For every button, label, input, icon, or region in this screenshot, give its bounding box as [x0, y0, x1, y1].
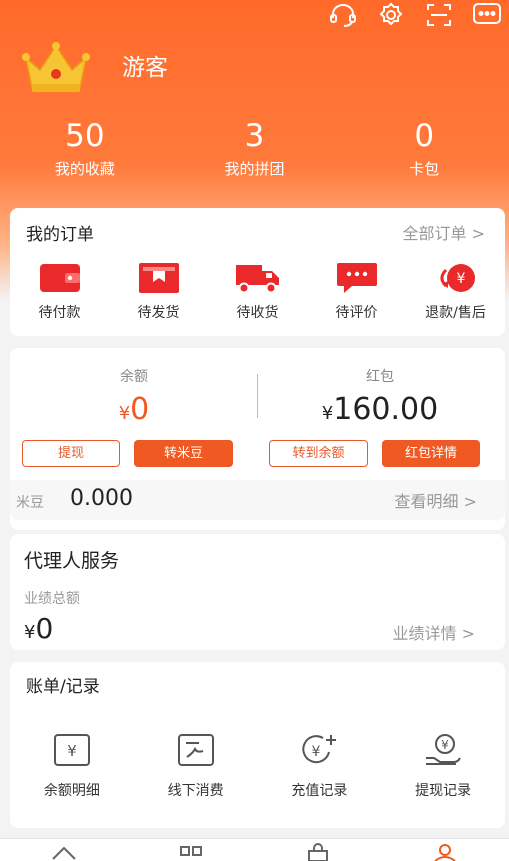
scan-icon[interactable] — [423, 2, 455, 28]
all-orders-link[interactable]: 全部订单 > — [403, 220, 486, 244]
comment-icon — [307, 260, 406, 296]
currency-symbol: ¥ — [118, 403, 131, 424]
withdraw-button[interactable]: 提现 — [22, 440, 120, 467]
redpacket-label: 红包 — [366, 369, 394, 385]
performance-detail-link[interactable]: 业绩详情 > — [393, 620, 476, 644]
bottom-tab-bar — [0, 838, 509, 861]
divider — [257, 374, 258, 418]
balance-section: 余额 ¥0 — [14, 366, 254, 427]
record-label: 充值记录 — [291, 783, 348, 799]
order-item-label: 待收货 — [236, 305, 279, 321]
order-pending-payment[interactable]: 待付款 — [10, 260, 109, 322]
currency-symbol: ¥ — [321, 403, 334, 424]
agent-service-card: 代理人服务 业绩总额 ¥0 业绩详情 > — [10, 534, 505, 650]
gear-icon[interactable] — [375, 2, 407, 28]
order-pending-review[interactable]: 待评价 — [307, 260, 406, 322]
tab-cart[interactable] — [255, 839, 382, 861]
username[interactable]: 游客 — [122, 48, 168, 82]
record-label: 余额明细 — [43, 783, 100, 799]
stat-label: 我的拼团 — [224, 160, 285, 178]
stats-row: 50 我的收藏 3 我的拼团 0 卡包 — [0, 118, 509, 179]
records-card: 账单/记录 ¥ 余额明细 线下消费 ¥ 充值记录 ¥ 提现记录 — [10, 662, 505, 828]
mibean-row: 米豆 0.000 查看明细 > — [10, 480, 505, 520]
stat-favorites[interactable]: 50 我的收藏 — [0, 118, 170, 179]
recharge-icon: ¥ — [258, 730, 382, 770]
svg-text:¥: ¥ — [312, 744, 321, 760]
view-detail-link[interactable]: 查看明细 > — [395, 488, 478, 512]
records-title: 账单/记录 — [26, 677, 100, 697]
svg-text:¥: ¥ — [456, 271, 465, 287]
order-item-label: 待付款 — [38, 305, 81, 321]
redpacket-value: ¥160.00 — [260, 392, 500, 427]
stat-value: 50 — [65, 118, 105, 154]
order-item-label: 退款/售后 — [425, 305, 486, 321]
order-refund-aftersale[interactable]: ¥ 退款/售后 — [406, 260, 505, 322]
truck-icon — [208, 260, 307, 296]
order-item-label: 待发货 — [137, 305, 180, 321]
record-recharge[interactable]: ¥ 充值记录 — [258, 730, 382, 800]
receipt-icon — [134, 730, 258, 770]
order-pending-receipt[interactable]: 待收货 — [208, 260, 307, 322]
stat-label: 我的收藏 — [54, 160, 115, 178]
redpacket-amount: 160.00 — [333, 392, 439, 427]
message-icon[interactable] — [471, 2, 503, 28]
refund-icon: ¥ — [406, 260, 505, 296]
to-mibean-button[interactable]: 转米豆 — [134, 440, 233, 467]
performance-total-value: ¥0 — [24, 612, 53, 645]
yen-card-icon: ¥ — [10, 730, 134, 770]
order-status-row: 待付款 待发货 待收货 待评价 ¥ 退款/售后 — [10, 260, 505, 322]
balance-label: 余额 — [120, 369, 148, 385]
category-icon — [179, 846, 202, 856]
tab-home[interactable] — [0, 839, 127, 861]
tab-category[interactable] — [127, 839, 254, 861]
svg-text:¥: ¥ — [67, 742, 77, 760]
balance-value: ¥0 — [14, 392, 254, 427]
record-balance-detail[interactable]: ¥ 余额明细 — [10, 730, 134, 800]
stat-label: 卡包 — [409, 160, 440, 178]
performance-amount: 0 — [35, 612, 54, 645]
records-row: ¥ 余额明细 线下消费 ¥ 充值记录 ¥ 提现记录 — [10, 730, 505, 800]
header-toolbar — [327, 2, 503, 28]
svg-text:¥: ¥ — [441, 738, 449, 752]
record-offline-spend[interactable]: 线下消费 — [134, 730, 258, 800]
stat-group-buy[interactable]: 3 我的拼团 — [170, 118, 340, 179]
tab-profile[interactable] — [382, 839, 509, 861]
user-icon — [434, 844, 456, 861]
performance-total-label: 业绩总额 — [24, 591, 80, 607]
stat-value: 0 — [414, 118, 435, 154]
balance-amount: 0 — [130, 392, 150, 427]
record-label: 线下消费 — [167, 783, 224, 799]
orders-card: 我的订单 全部订单 > 待付款 待发货 待收货 待评价 ¥ 退款/售后 — [10, 208, 505, 336]
wallet-card: 余额 ¥0 红包 ¥160.00 提现 转米豆 转到余额 红包详情 米豆 0.0… — [10, 348, 505, 530]
crown-avatar-icon[interactable] — [20, 40, 92, 96]
agent-title: 代理人服务 — [24, 550, 120, 572]
record-label: 提现记录 — [415, 783, 472, 799]
stat-card-wallet[interactable]: 0 卡包 — [339, 118, 509, 179]
stat-value: 3 — [244, 118, 265, 154]
mibean-label: 米豆 — [16, 495, 44, 511]
withdraw-hand-icon: ¥ — [381, 730, 505, 770]
redpacket-detail-button[interactable]: 红包详情 — [382, 440, 480, 467]
record-withdraw[interactable]: ¥ 提现记录 — [381, 730, 505, 800]
order-pending-shipment[interactable]: 待发货 — [109, 260, 208, 322]
headset-icon[interactable] — [327, 2, 359, 28]
mibean-value: 0.000 — [70, 486, 133, 511]
wallet-icon — [10, 260, 109, 296]
to-balance-button[interactable]: 转到余额 — [269, 440, 368, 467]
cart-icon — [308, 843, 329, 861]
order-item-label: 待评价 — [335, 305, 378, 321]
home-icon — [51, 846, 76, 860]
redpacket-section: 红包 ¥160.00 — [260, 366, 500, 427]
currency-symbol: ¥ — [24, 622, 36, 643]
package-icon — [109, 260, 208, 296]
orders-title: 我的订单 — [26, 225, 94, 245]
